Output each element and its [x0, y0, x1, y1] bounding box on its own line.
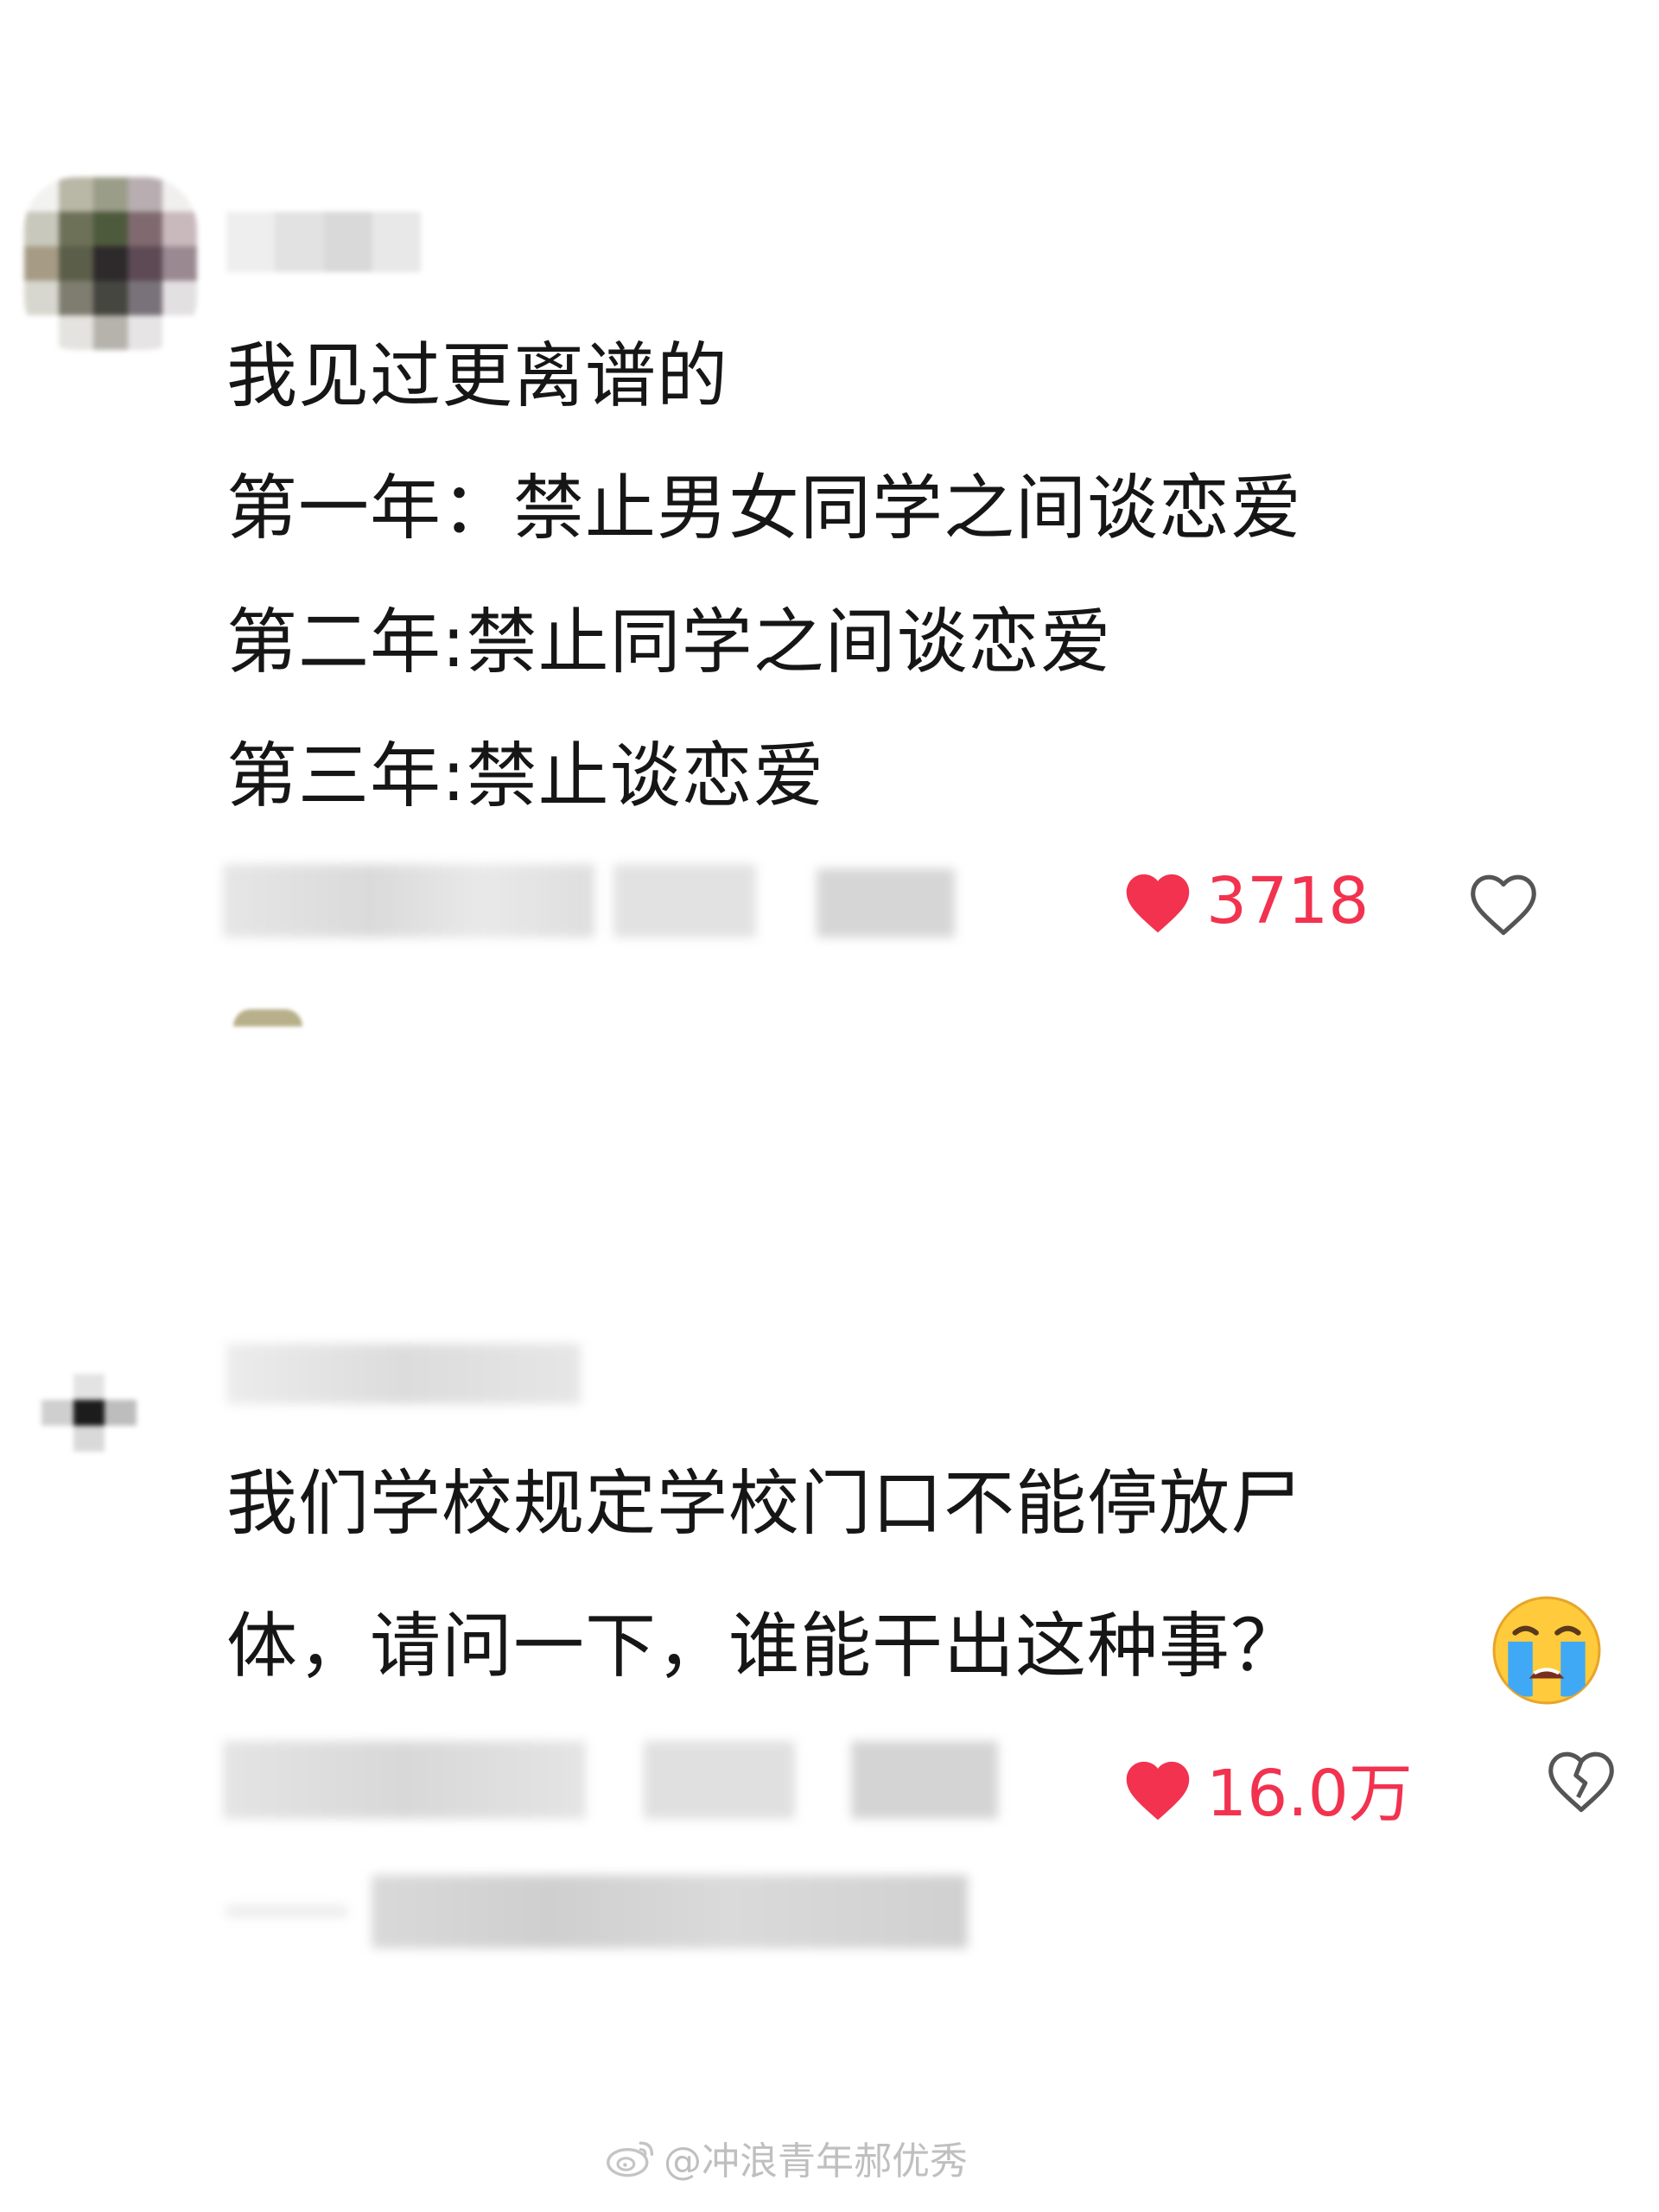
reply-button[interactable] — [851, 1741, 998, 1819]
reply-button[interactable] — [817, 868, 955, 938]
like-button[interactable]: 16.0万 — [1122, 1742, 1413, 1834]
avatar[interactable] — [41, 1374, 137, 1452]
comment-line: 第一年：禁止男女同学之间谈恋爱 — [226, 467, 1303, 550]
like-count: 16.0万 — [1206, 1757, 1413, 1831]
avatar-partial — [233, 1009, 302, 1027]
comment-line: 体，请问一下，谁能干出这种事？ — [226, 1605, 1303, 1688]
comment-meta-blurred — [613, 864, 756, 938]
view-replies-button[interactable] — [372, 1875, 968, 1948]
comment-meta-blurred — [644, 1741, 795, 1819]
comment-line: 我们学校规定学校门口不能停放尸 — [226, 1463, 1303, 1545]
heart-filled-icon — [1126, 1761, 1190, 1820]
crying-face-icon — [1492, 1596, 1601, 1705]
divider-line — [226, 1905, 347, 1917]
like-count: 3718 — [1206, 864, 1370, 938]
comment-line: 我见过更离谱的 — [226, 335, 729, 417]
weibo-logo-icon — [607, 2141, 654, 2177]
comment-line: 第三年:禁止谈恋爱 — [226, 735, 825, 817]
username[interactable] — [226, 1344, 581, 1404]
heart-outline-icon[interactable] — [1465, 868, 1542, 938]
like-button[interactable]: 3718 — [1122, 864, 1369, 938]
broken-heart-icon[interactable] — [1542, 1745, 1620, 1815]
watermark-text: @冲浪青年郝优秀 — [664, 2139, 968, 2183]
avatar[interactable] — [24, 177, 197, 350]
comment-line: 第二年:禁止同学之间谈恋爱 — [226, 601, 1112, 683]
comment-meta-blurred — [223, 1741, 586, 1819]
watermark: @冲浪青年郝优秀 — [605, 2130, 968, 2185]
username[interactable] — [226, 212, 421, 272]
comment-meta-blurred — [223, 864, 594, 938]
heart-filled-icon — [1126, 874, 1190, 933]
